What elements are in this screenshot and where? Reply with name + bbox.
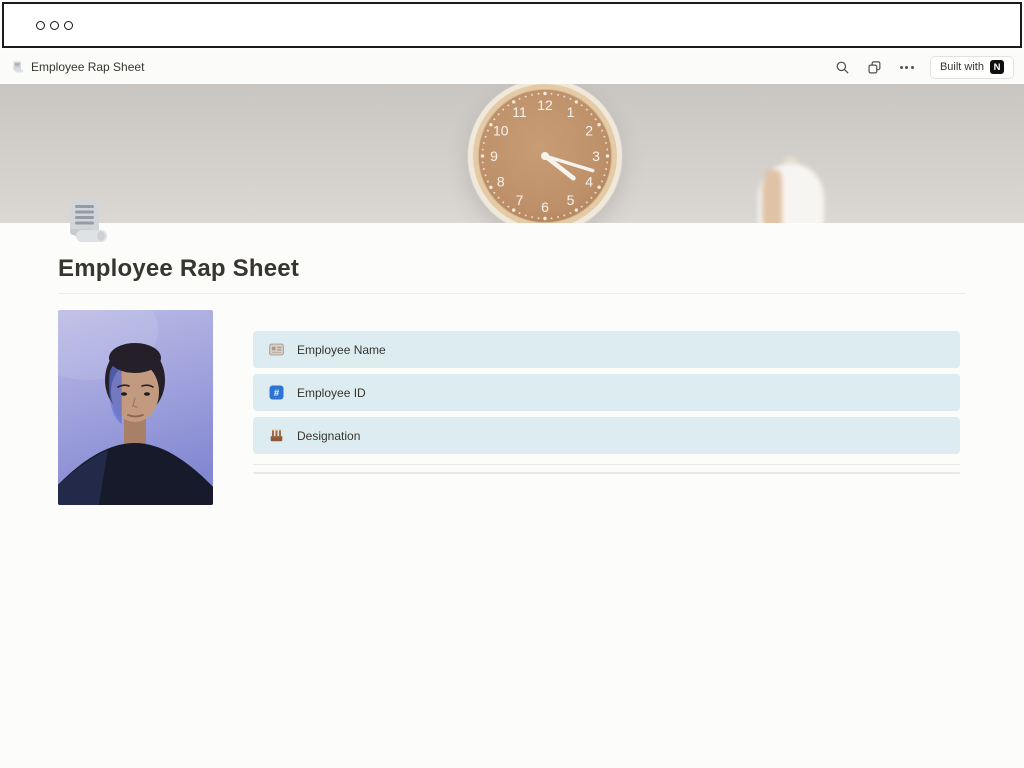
built-with-notion-button[interactable]: Built with N — [929, 55, 1014, 79]
svg-text:6: 6 — [541, 199, 549, 215]
page-icon-receipt[interactable] — [58, 195, 110, 247]
empty-block-divider — [253, 472, 960, 474]
field-row-designation[interactable]: Designation — [253, 417, 960, 454]
built-with-label: Built with — [939, 61, 984, 73]
window-control-icon[interactable] — [50, 20, 59, 30]
employee-photo[interactable] — [58, 310, 213, 505]
field-list: Employee Name # Employee ID Designation — [253, 331, 960, 460]
field-row-employee-id[interactable]: # Employee ID — [253, 374, 960, 411]
more-options-icon[interactable] — [898, 58, 916, 76]
page-cover-photo: 12 1 2 3 4 5 6 7 8 9 10 11 — [0, 84, 1024, 223]
svg-text:7: 7 — [516, 192, 524, 208]
toolbar-page-title: Employee Rap Sheet — [31, 60, 145, 74]
wall-clock-image: 12 1 2 3 4 5 6 7 8 9 10 11 — [467, 84, 623, 223]
svg-text:11: 11 — [512, 104, 527, 120]
svg-text:1: 1 — [567, 104, 575, 120]
field-row-employee-name[interactable]: Employee Name — [253, 331, 960, 368]
search-icon[interactable] — [834, 58, 852, 76]
notion-toolbar: Employee Rap Sheet Built with N — [0, 52, 1024, 82]
window-control-icon[interactable] — [36, 20, 45, 30]
svg-text:8: 8 — [497, 174, 505, 190]
svg-text:5: 5 — [567, 192, 575, 208]
toolbar-actions: Built with N — [834, 55, 1014, 79]
empty-block-divider — [253, 464, 960, 465]
svg-text:9: 9 — [490, 148, 498, 164]
field-label: Employee Name — [297, 342, 386, 357]
svg-text:#: # — [274, 388, 280, 399]
field-label: Employee ID — [297, 385, 366, 400]
svg-text:3: 3 — [592, 148, 600, 164]
name-badge-icon — [269, 342, 284, 357]
clock-center — [541, 152, 549, 160]
svg-text:2: 2 — [585, 123, 593, 139]
svg-text:10: 10 — [493, 123, 509, 139]
designation-icon — [269, 428, 284, 443]
window-control-icon[interactable] — [64, 20, 73, 30]
svg-text:4: 4 — [585, 174, 593, 190]
receipt-icon — [13, 61, 24, 73]
lamp-image — [752, 150, 830, 223]
field-label: Designation — [297, 428, 361, 443]
browser-chrome-bar — [2, 2, 1022, 48]
notion-logo-icon: N — [990, 60, 1004, 74]
breadcrumb: Employee Rap Sheet — [10, 60, 144, 74]
svg-text:12: 12 — [537, 97, 553, 113]
page-title: Employee Rap Sheet — [58, 255, 300, 282]
id-number-icon: # — [269, 385, 284, 400]
title-divider — [58, 293, 966, 294]
duplicate-icon[interactable] — [866, 58, 884, 76]
screen: Employee Rap Sheet Built with N 12 1 2 3… — [0, 0, 1024, 768]
